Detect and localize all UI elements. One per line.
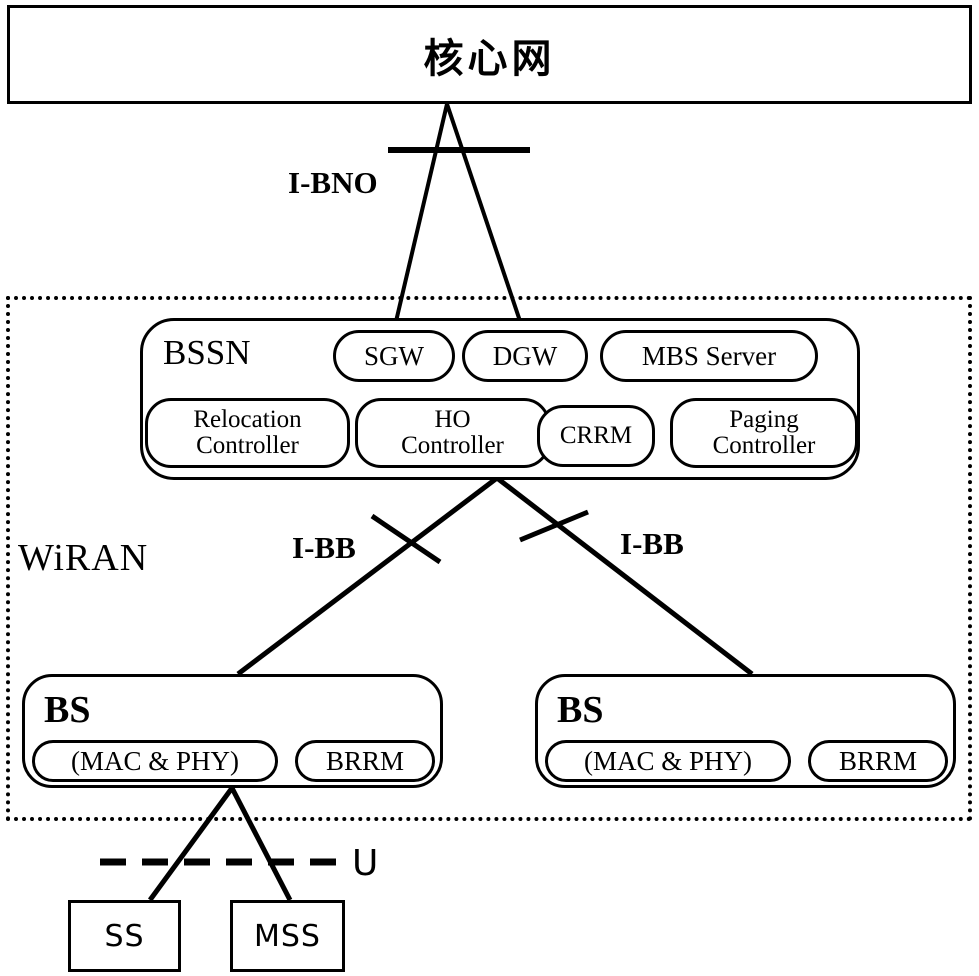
brrm-label-right: BRRM [838, 745, 918, 776]
mac-phy-label-left: (MAC & PHY) [70, 745, 239, 776]
mac-phy-label-right: (MAC & PHY) [583, 745, 752, 776]
mss-label: MSS [254, 918, 321, 954]
core-network-box: 核心网 [7, 5, 972, 104]
crrm-label: CRRM [559, 421, 633, 449]
mss-box[interactable]: MSS [230, 900, 345, 972]
mac-phy-box-right[interactable]: (MAC & PHY) [545, 740, 791, 782]
i-bno-label: I-BNO [288, 165, 378, 200]
i-bb-label-right: I-BB [620, 526, 684, 561]
wiran-label: WiRAN [18, 537, 149, 579]
ss-box[interactable]: SS [68, 900, 181, 972]
relocation-controller-box[interactable]: Relocation Controller [145, 398, 350, 468]
u-interface-label: U [352, 843, 379, 884]
bssn-label: BSSN [163, 333, 251, 372]
sgw-label: SGW [364, 340, 424, 371]
ho-controller-label-line2: Controller [401, 432, 504, 459]
sgw-box[interactable]: SGW [333, 330, 455, 382]
ho-controller-box[interactable]: HO Controller [355, 398, 550, 468]
relocation-controller-label-line2: Controller [196, 432, 299, 459]
crrm-box[interactable]: CRRM [537, 405, 655, 467]
mbs-server-box[interactable]: MBS Server [600, 330, 818, 382]
diagram-canvas: 核心网 I-BNO WiRAN BSSN SGW DGW MBS Server … [0, 0, 979, 976]
dgw-box[interactable]: DGW [462, 330, 588, 382]
brrm-label-left: BRRM [325, 745, 405, 776]
ss-label: SS [104, 918, 145, 954]
paging-controller-label-line1: Paging [729, 405, 799, 433]
bs-label-right: BS [557, 689, 604, 731]
dgw-label: DGW [492, 340, 558, 371]
relocation-controller-label-line1: Relocation [193, 405, 302, 433]
i-bb-label-left: I-BB [292, 530, 356, 565]
mac-phy-box-left[interactable]: (MAC & PHY) [32, 740, 278, 782]
core-network-title: 核心网 [423, 35, 556, 82]
bs-label-left: BS [44, 689, 91, 731]
paging-controller-box[interactable]: Paging Controller [670, 398, 858, 468]
brrm-box-left[interactable]: BRRM [295, 740, 435, 782]
ho-controller-label-line1: HO [434, 405, 471, 433]
mbs-server-label: MBS Server [641, 340, 777, 371]
brrm-box-right[interactable]: BRRM [808, 740, 948, 782]
paging-controller-label-line2: Controller [712, 432, 816, 459]
